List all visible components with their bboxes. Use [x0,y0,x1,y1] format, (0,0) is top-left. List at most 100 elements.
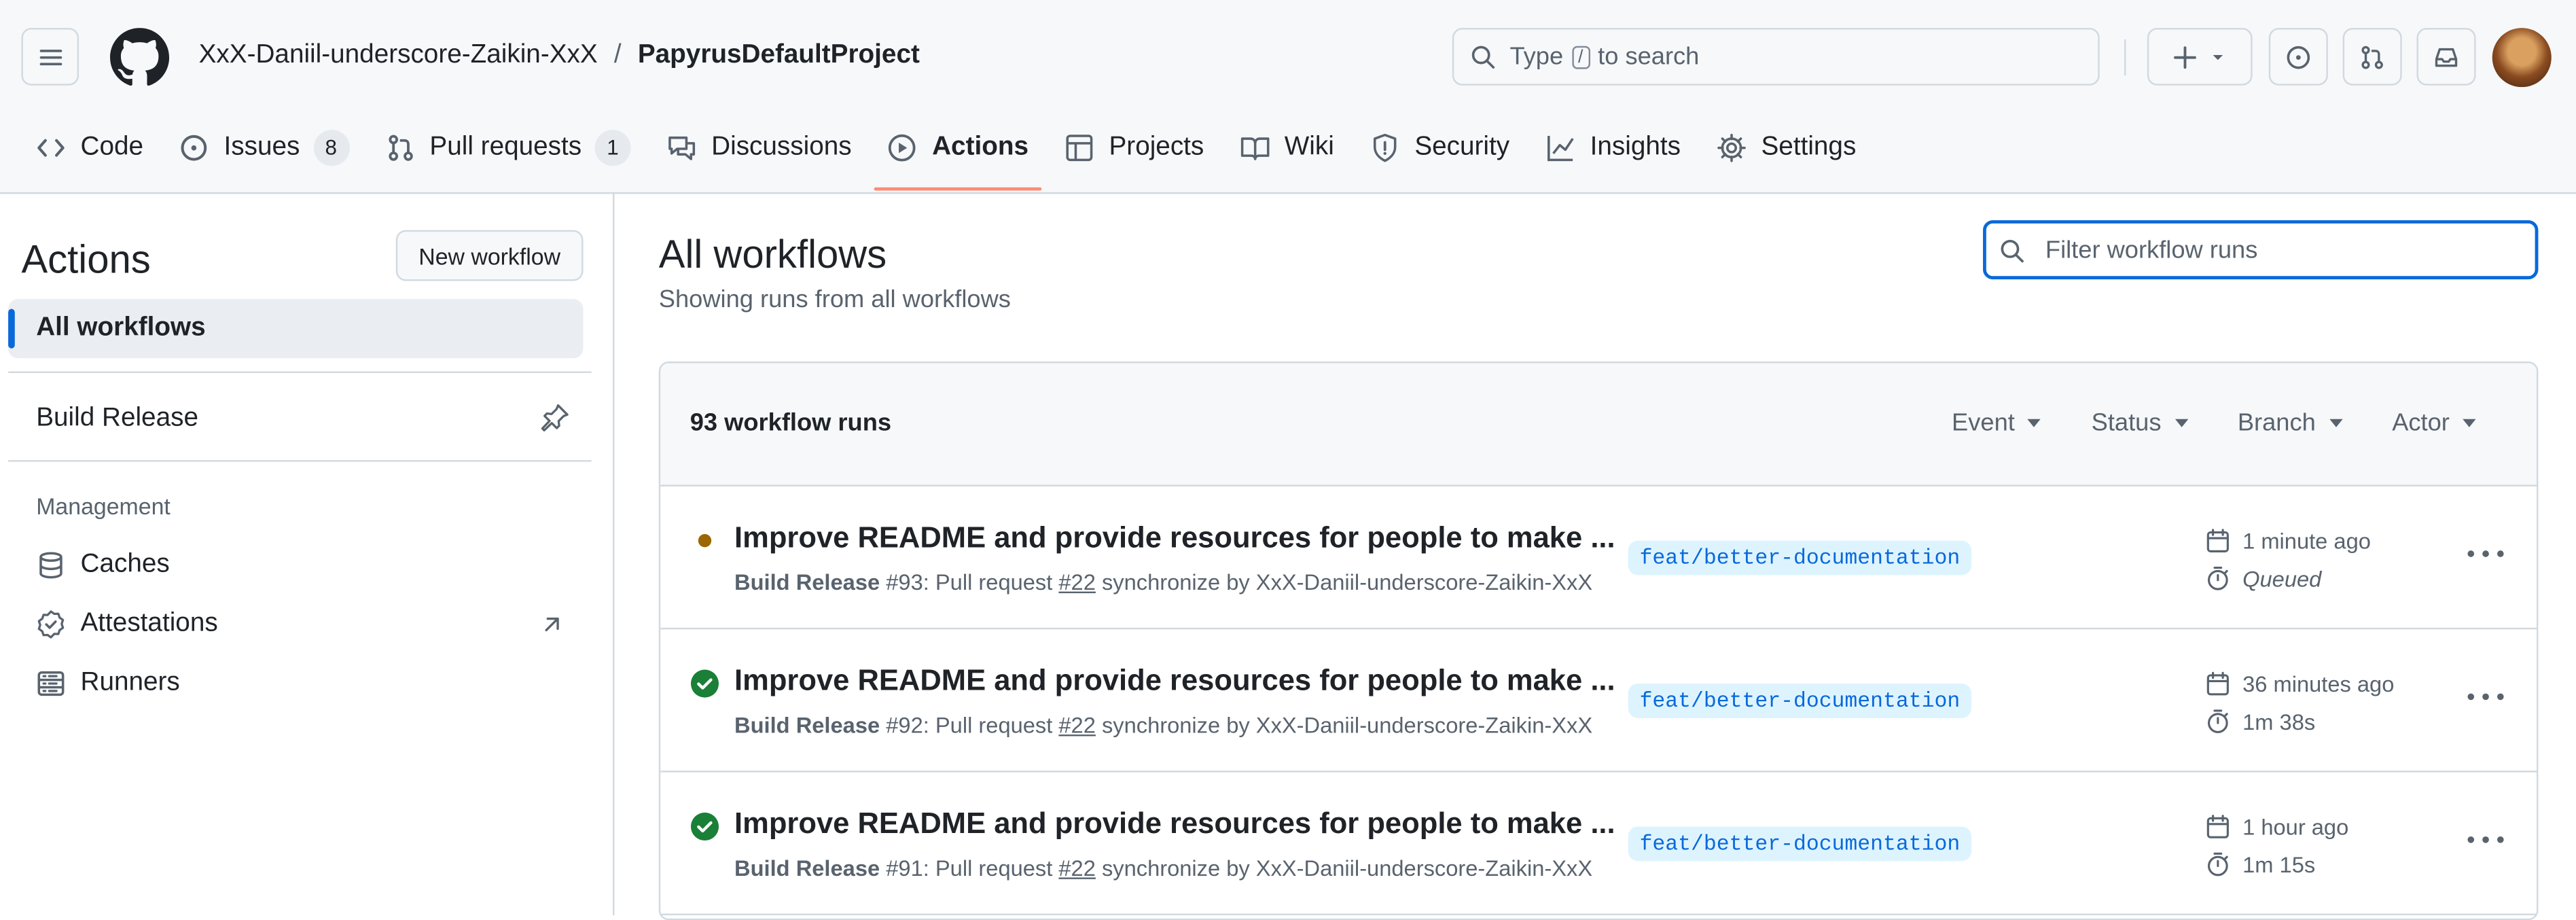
book-icon [1240,137,1270,160]
inbox-button[interactable] [2416,28,2476,86]
pull-request-link[interactable]: #22 [1058,570,1095,595]
triangle-down-icon [2213,54,2223,60]
tab-projects[interactable]: Projects [1052,115,1217,181]
page-title: All workflows [658,233,887,278]
run-workflow-name: Build Release [734,713,880,738]
graph-icon [1547,135,1574,162]
sidebar-item-all-workflows[interactable]: All workflows [8,299,584,359]
search-input[interactable]: Type / to search [1452,28,2100,86]
pull-request-link[interactable]: #22 [1058,713,1095,738]
pull-request-link[interactable]: #22 [1058,856,1095,881]
run-event: : Pull request [923,570,1059,595]
run-title-link[interactable]: Improve README and provide resources for… [734,521,1615,556]
database-icon [39,552,62,579]
workflow-run-row[interactable]: Improve README and provide resources for… [660,484,2537,630]
filter-workflow-runs-input[interactable]: Filter workflow runs [1983,220,2539,280]
menu-button[interactable] [21,28,79,86]
tab-label: Code [80,132,144,162]
search-shortcut-key: / [1571,45,1590,69]
header-divider [2124,39,2126,76]
triangle-down-icon [2463,419,2476,427]
tab-settings[interactable]: Settings [1704,115,1870,181]
calendar-icon [2206,815,2229,838]
run-meta: Build Release #91: Pull request #22 sync… [734,856,1592,881]
divider [8,460,592,462]
filter-placeholder: Filter workflow runs [2045,236,2258,264]
stopwatch-icon [2207,852,2228,877]
branch-label[interactable]: feat/better-documentation [1628,826,1972,862]
pull-requests-button[interactable] [2342,28,2402,86]
actions-sidebar: Actions New workflow All workflows Build… [0,192,615,916]
event-filter-label: Event [1952,409,2015,438]
tab-wiki[interactable]: Wiki [1227,115,1347,181]
sidebar-item-build-release[interactable]: Build Release [8,389,583,448]
workflow-run-row[interactable]: Improve README and provide resources for… [660,771,2537,916]
pull-requests-count-badge: 1 [594,130,631,166]
sidebar-item-caches[interactable]: Caches [36,550,170,580]
kebab-menu-icon[interactable] [2467,830,2504,849]
tab-discussions[interactable]: Discussions [654,115,865,181]
breadcrumb: XxX-Daniil-underscore-Zaikin-XxX / Papyr… [199,41,920,71]
stopwatch-icon [2207,709,2228,733]
new-workflow-button[interactable]: New workflow [395,230,584,281]
tab-label: Insights [1590,132,1681,162]
search-icon [2001,239,2024,263]
run-duration-value: 1m 38s [2242,709,2316,734]
github-logo-icon[interactable] [110,28,170,87]
repo-link[interactable]: PapyrusDefaultProject [638,41,920,71]
tab-insights[interactable]: Insights [1533,115,1694,181]
queued-dot-icon [698,533,712,548]
issues-button[interactable] [2268,28,2328,86]
arrow-up-right-icon [545,617,559,632]
branch-filter-dropdown[interactable]: Branch [2238,409,2342,437]
inbox-icon [2435,47,2458,67]
calendar-icon [2206,671,2229,696]
run-number: #91 [886,855,923,881]
repo-tabs: Code Issues 8 Pull requests 1 Discussion… [0,115,1870,192]
owner-link[interactable]: XxX-Daniil-underscore-Zaikin-XxX [199,41,598,71]
issue-icon [181,135,207,161]
tab-pull-requests[interactable]: Pull requests 1 [372,115,644,181]
tab-label: Pull requests [429,132,582,162]
search-suffix: to search [1598,42,1700,71]
run-timestamp: 1 minute ago [2204,527,2371,554]
comment-icon [668,136,696,160]
play-icon [889,134,916,162]
run-title-link[interactable]: Improve README and provide resources for… [734,664,1615,698]
run-workflow-name: Build Release [734,855,880,881]
run-time-ago: 36 minutes ago [2242,671,2395,696]
avatar[interactable] [2492,28,2552,88]
kebab-menu-icon[interactable] [2467,544,2504,563]
kebab-menu-icon[interactable] [2467,687,2504,707]
run-title-link[interactable]: Improve README and provide resources for… [734,807,1615,841]
gear-icon [1717,133,1746,162]
tab-security[interactable]: Security [1357,115,1523,181]
page-subtitle: Showing runs from all workflows [658,285,1011,314]
tab-code[interactable]: Code [23,115,156,181]
sidebar-item-attestations[interactable]: Attestations [36,609,218,639]
run-number: #93 [886,570,923,595]
tab-issues[interactable]: Issues 8 [166,115,362,181]
status-filter-dropdown[interactable]: Status [2092,409,2188,437]
branch-label[interactable]: feat/better-documentation [1628,684,1972,718]
issue-opened-icon [2287,45,2310,69]
sidebar-item-runners[interactable]: Runners [36,669,180,698]
create-new-button[interactable] [2147,28,2253,86]
triangle-down-icon [2028,419,2041,427]
management-heading: Management [36,493,171,520]
branch-label[interactable]: feat/better-documentation [1628,540,1972,576]
status-filter-label: Status [2091,409,2162,438]
run-duration: Queued [2204,565,2321,592]
search-icon [1471,45,1495,68]
workflow-run-row[interactable]: Improve README and provide resources for… [660,628,2537,773]
pin-icon[interactable] [541,403,571,433]
run-meta: Build Release #92: Pull request #22 sync… [734,713,1592,738]
event-filter-dropdown[interactable]: Event [1952,409,2041,437]
tab-actions[interactable]: Actions [874,115,1041,191]
sidebar-item-label: Runners [80,669,180,697]
app-header: XxX-Daniil-underscore-Zaikin-XxX / Papyr… [0,0,2576,194]
actor-filter-dropdown[interactable]: Actor [2392,409,2476,437]
run-duration: 1m 15s [2204,851,2315,878]
check-circle-fill-icon [690,812,719,841]
tab-label: Actions [932,132,1028,162]
